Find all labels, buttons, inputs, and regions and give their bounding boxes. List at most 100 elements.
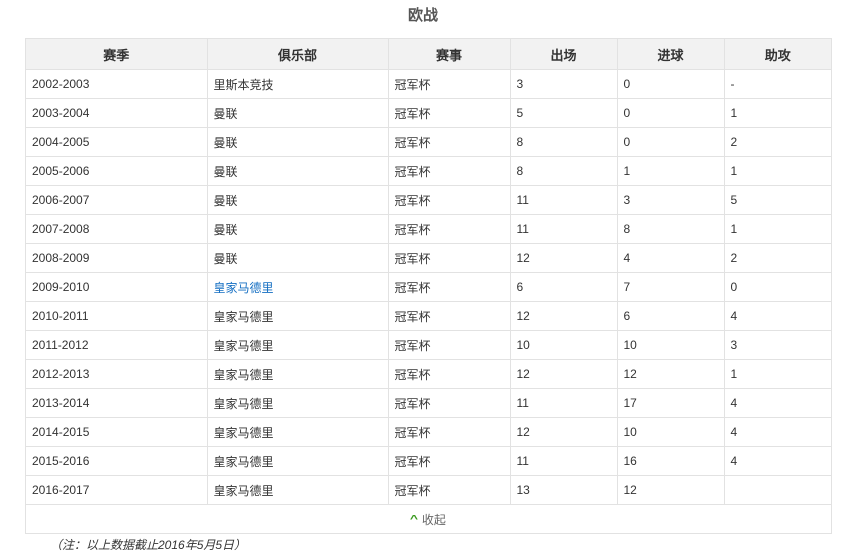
cell-season: 2011-2012 [26,330,208,360]
cell-appearances: 11 [510,446,618,476]
club-link[interactable]: 皇家马德里 [214,281,274,295]
cell-goals: 12 [617,475,725,505]
cell-assists: 2 [724,243,831,273]
chevron-up-icon: ^ [409,513,419,525]
cell-club: 曼联 [207,214,389,244]
cell-competition: 冠军杯 [388,272,511,302]
header-club: 俱乐部 [207,39,389,70]
cell-club: 皇家马德里 [207,417,389,447]
cell-assists: 1 [724,359,831,389]
header-assists: 助攻 [724,39,831,70]
cell-season: 2004-2005 [26,127,208,157]
cell-appearances: 11 [510,214,618,244]
cell-season: 2003-2004 [26,98,208,128]
cell-club: 皇家马德里 [207,330,389,360]
cell-appearances: 12 [510,243,618,273]
collapse-label: 收起 [421,512,446,527]
cell-assists [724,475,831,505]
table-row: 2010-2011 皇家马德里 冠军杯 12 6 4 [26,301,831,331]
cell-appearances: 8 [510,156,618,186]
cell-goals: 8 [617,214,725,244]
cell-assists: 0 [724,272,831,302]
table-header-row: 赛季 俱乐部 赛事 出场 进球 助攻 [26,39,831,70]
table-row: 2008-2009 曼联 冠军杯 12 4 2 [26,243,831,273]
cell-season: 2013-2014 [26,388,208,418]
cell-club: 皇家马德里 [207,359,389,389]
cell-season: 2008-2009 [26,243,208,273]
header-season: 赛季 [26,39,208,70]
data-note: （注：以上数据截止2016年5月5日） [50,538,247,552]
stats-table: 赛季 俱乐部 赛事 出场 进球 助攻 2002-2003 里斯本竞技 冠军杯 3 0-2003-2… [26,39,831,505]
cell-competition: 冠军杯 [388,330,511,360]
cell-club: 皇家马德里 [207,388,389,418]
cell-club: 皇家马德里 [207,475,389,505]
table-row: 2013-2014 皇家马德里 冠军杯 11 17 4 [26,388,831,418]
cell-club: 里斯本竞技 [207,69,389,99]
cell-season: 2002-2003 [26,69,208,99]
header-goals: 进球 [617,39,725,70]
cell-competition: 冠军杯 [388,446,511,476]
collapse-button[interactable]: ^ 收起 [26,505,831,533]
table-row: 2014-2015 皇家马德里 冠军杯 12 10 4 [26,417,831,447]
cell-appearances: 11 [510,388,618,418]
cell-competition: 冠军杯 [388,243,511,273]
cell-season: 2007-2008 [26,214,208,244]
cell-assists: 4 [724,446,831,476]
table-row: 2006-2007 曼联 冠军杯 11 3 5 [26,185,831,215]
table-row: 2005-2006 曼联 冠军杯 8 1 1 [26,156,831,186]
cell-goals: 6 [617,301,725,331]
cell-competition: 冠军杯 [388,417,511,447]
cell-club: 皇家马德里 [207,446,389,476]
cell-assists: 1 [724,98,831,128]
cell-appearances: 12 [510,417,618,447]
cell-club: 曼联 [207,127,389,157]
header-appearances: 出场 [510,39,618,70]
table-row: 2002-2003 里斯本竞技 冠军杯 3 0- [26,69,831,99]
table-row: 2004-2005 曼联 冠军杯 8 0 2 [26,127,831,157]
cell-goals: 7 [617,272,725,302]
section-title: 欧战 [407,7,438,24]
cell-competition: 冠军杯 [388,214,511,244]
cell-goals: 10 [617,330,725,360]
table-row: 2009-2010 皇家马德里 冠军杯 6 7 0 [26,272,831,302]
cell-assists: 3 [724,330,831,360]
cell-club: 曼联 [207,185,389,215]
cell-assists: 5 [724,185,831,215]
cell-season: 2014-2015 [26,417,208,447]
cell-appearances: 12 [510,359,618,389]
cell-season: 2012-2013 [26,359,208,389]
cell-club: 皇家马德里 [207,301,389,331]
cell-competition: 冠军杯 [388,359,511,389]
table-row: 2011-2012 皇家马德里 冠军杯 10 10 3 [26,330,831,360]
cell-appearances: 12 [510,301,618,331]
cell-season: 2005-2006 [26,156,208,186]
cell-appearances: 3 [510,69,618,99]
cell-club: 曼联 [207,156,389,186]
cell-assists: 2 [724,127,831,157]
cell-assists: - [724,69,831,99]
table-row: 2015-2016 皇家马德里 冠军杯 11 16 4 [26,446,831,476]
cell-appearances: 8 [510,127,618,157]
stats-table-container: 赛季 俱乐部 赛事 出场 进球 助攻 2002-2003 里斯本竞技 冠军杯 3 0-2003-2… [25,38,832,534]
cell-appearances: 11 [510,185,618,215]
cell-season: 2016-2017 [26,475,208,505]
cell-competition: 冠军杯 [388,301,511,331]
cell-appearances: 10 [510,330,618,360]
cell-season: 2015-2016 [26,446,208,476]
cell-assists: 4 [724,417,831,447]
cell-competition: 冠军杯 [388,69,511,99]
cell-goals: 0 [617,127,725,157]
cell-competition: 冠军杯 [388,185,511,215]
cell-competition: 冠军杯 [388,388,511,418]
cell-season: 2006-2007 [26,185,208,215]
cell-appearances: 5 [510,98,618,128]
cell-assists: 4 [724,388,831,418]
cell-competition: 冠军杯 [388,156,511,186]
cell-appearances: 6 [510,272,618,302]
cell-assists: 1 [724,214,831,244]
table-row: 2007-2008 曼联 冠军杯 11 8 1 [26,214,831,244]
header-competition: 赛事 [388,39,511,70]
table-row: 2016-2017 皇家马德里 冠军杯 13 12 [26,475,831,505]
table-row: 2003-2004 曼联 冠军杯 5 0 1 [26,98,831,128]
cell-competition: 冠军杯 [388,127,511,157]
